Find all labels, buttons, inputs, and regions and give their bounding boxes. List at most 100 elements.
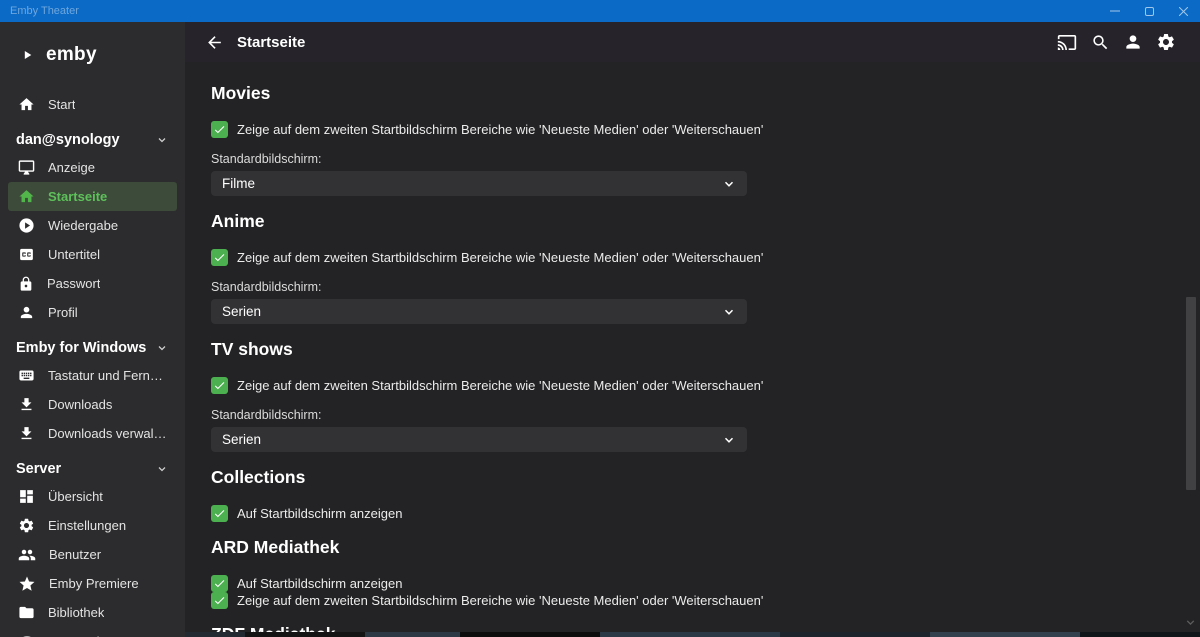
checkbox-row: Zeige auf dem zweiten Startbildschirm Be… [211, 592, 1200, 609]
sidebar-item-startseite[interactable]: Startseite [8, 182, 177, 211]
checkbox-label: Zeige auf dem zweiten Startbildschirm Be… [237, 593, 763, 608]
home-icon [18, 96, 35, 113]
star-icon [18, 575, 36, 593]
sidebar-item-passwort[interactable]: Passwort [8, 269, 177, 298]
sidebar-group-label: dan@synology [16, 132, 120, 148]
sidebar-item-label: Benutzer [49, 547, 101, 562]
lock-icon [18, 276, 34, 292]
section-heading-tv-shows: TV shows [211, 338, 1200, 360]
window-title: Emby Theater [0, 5, 1098, 17]
page-header: Startseite [185, 22, 1200, 62]
settings-button[interactable] [1156, 32, 1176, 52]
checkbox-checked[interactable] [211, 505, 228, 522]
back-arrow-icon [205, 33, 224, 52]
emby-theater-window: Emby Theater emby [0, 0, 1200, 637]
sidebar-item-label: Startseite [48, 189, 107, 204]
emby-logo-icon [15, 43, 39, 67]
user-button[interactable] [1123, 32, 1143, 52]
main-area: Startseite [185, 22, 1200, 637]
chevron-down-icon [156, 342, 168, 354]
sidebar-group-server[interactable]: Server [0, 456, 185, 482]
checkbox-checked[interactable] [211, 377, 228, 394]
sidebar-item-anzeige[interactable]: Anzeige [8, 153, 177, 182]
sidebar-item-label: Start [48, 97, 75, 112]
sidebar-group-label: Emby for Windows [16, 340, 146, 356]
home-icon [18, 188, 35, 205]
scrollbar-thumb[interactable] [1186, 297, 1196, 490]
sidebar-item-benutzer[interactable]: Benutzer [8, 540, 177, 569]
media-row-sliver [185, 632, 1200, 637]
select-value: Serien [222, 432, 261, 447]
sidebar-item-einstellungen[interactable]: Einstellungen [8, 511, 177, 540]
minimize-icon [1110, 6, 1120, 16]
sidebar-item-untertitel[interactable]: Untertitel [8, 240, 177, 269]
sidebar-group-emby-for-windows[interactable]: Emby for Windows [0, 335, 185, 361]
settings-content: Movies Zeige auf dem zweiten Startbildsc… [185, 62, 1200, 637]
sidebar-item-label: Passwort [47, 276, 100, 291]
section-heading-ard: ARD Mediathek [211, 536, 1200, 558]
sidebar-item-uebersicht[interactable]: Übersicht [8, 482, 177, 511]
sidebar-item-wiedergabe[interactable]: Wiedergabe [8, 211, 177, 240]
people-icon [18, 546, 36, 564]
gear-icon [18, 517, 35, 534]
section-heading-anime: Anime [211, 210, 1200, 232]
sidebar-item-label: Tastatur und Fernbedienu… [48, 368, 167, 383]
sidebar-item-tastatur[interactable]: Tastatur und Fernbedienu… [8, 361, 177, 390]
search-button[interactable] [1090, 32, 1110, 52]
check-icon [213, 251, 226, 264]
default-screen-select-tv[interactable]: Serien [211, 427, 747, 452]
maximize-button[interactable] [1132, 0, 1166, 22]
chevron-down-icon [156, 134, 168, 146]
display-icon [18, 159, 35, 176]
gear-icon [1156, 32, 1176, 52]
back-button[interactable] [201, 29, 227, 55]
sidebar-group-user[interactable]: dan@synology [0, 127, 185, 153]
sidebar-item-label: Downloads [48, 397, 112, 412]
default-screen-select-movies[interactable]: Filme [211, 171, 747, 196]
section-heading-collections: Collections [211, 466, 1200, 488]
sidebar-item-downloads[interactable]: Downloads [8, 390, 177, 419]
person-icon [1123, 32, 1143, 52]
check-icon [213, 123, 226, 136]
checkbox-checked[interactable] [211, 575, 228, 592]
default-screen-select-anime[interactable]: Serien [211, 299, 747, 324]
checkbox-row: Zeige auf dem zweiten Startbildschirm Be… [211, 120, 1200, 138]
checkbox-label: Auf Startbildschirm anzeigen [237, 576, 402, 591]
subtitles-icon [18, 246, 35, 263]
sidebar-item-start[interactable]: Start [8, 90, 177, 119]
chevron-down-icon [722, 177, 736, 191]
play-circle-icon [18, 217, 35, 234]
checkbox-checked[interactable] [211, 249, 228, 266]
chevron-down-icon [722, 305, 736, 319]
emby-logo-text: emby [46, 44, 97, 66]
sidebar-item-label: Wiedergabe [48, 218, 118, 233]
sidebar-item-label: Anzeige [48, 160, 95, 175]
close-icon [1179, 7, 1188, 16]
sidebar-item-label: Einstellungen [48, 518, 126, 533]
checkbox-row: Zeige auf dem zweiten Startbildschirm Be… [211, 248, 1200, 266]
wifi-icon [18, 633, 36, 637]
checkbox-label: Zeige auf dem zweiten Startbildschirm Be… [237, 122, 763, 137]
check-icon [213, 577, 226, 590]
minimize-button[interactable] [1098, 0, 1132, 22]
sidebar-item-emby-premiere[interactable]: Emby Premiere [8, 569, 177, 598]
sidebar-item-label: Bibliothek [48, 605, 104, 620]
close-button[interactable] [1166, 0, 1200, 22]
check-icon [213, 507, 226, 520]
download-icon [18, 396, 35, 413]
select-value: Filme [222, 176, 255, 191]
sidebar-item-netzwerk[interactable]: Netzwerk [8, 627, 177, 637]
cast-button[interactable] [1057, 32, 1077, 52]
section-heading-movies: Movies [211, 82, 1200, 104]
sidebar-item-profil[interactable]: Profil [8, 298, 177, 327]
emby-logo: emby [0, 22, 185, 74]
checkbox-checked[interactable] [211, 592, 228, 609]
page-title: Startseite [237, 34, 1057, 51]
sidebar-item-bibliothek[interactable]: Bibliothek [8, 598, 177, 627]
person-icon [18, 304, 35, 321]
chevron-down-icon [722, 433, 736, 447]
sidebar-item-downloads-verwalten[interactable]: Downloads verwalten [8, 419, 177, 448]
folder-icon [18, 604, 35, 621]
checkbox-checked[interactable] [211, 121, 228, 138]
cast-icon [1057, 32, 1077, 53]
